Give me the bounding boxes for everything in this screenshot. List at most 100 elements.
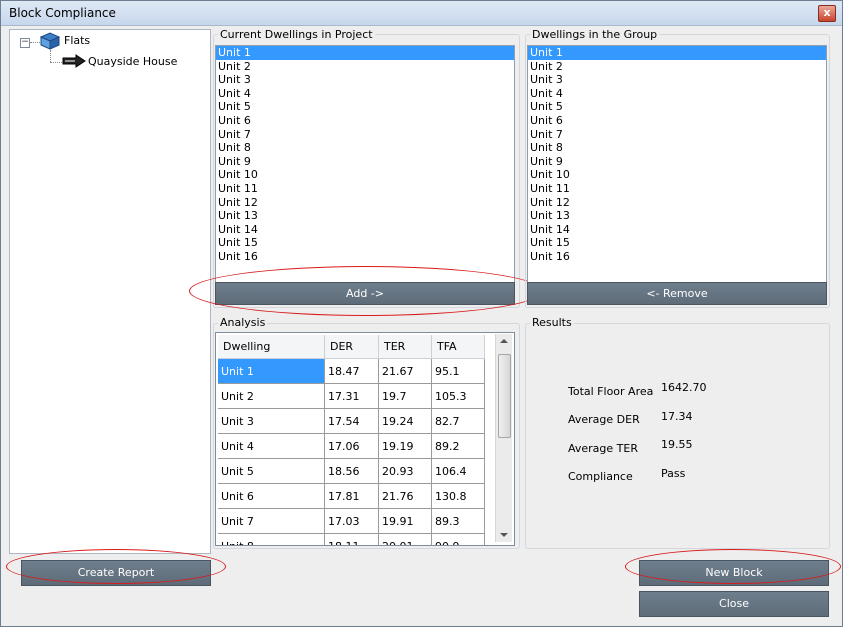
- table-cell[interactable]: Unit 8: [218, 533, 325, 545]
- list-item[interactable]: Unit 1: [216, 46, 514, 60]
- group-dwellings-label: Dwellings in the Group: [530, 28, 660, 41]
- table-cell[interactable]: 18.56: [324, 458, 379, 484]
- list-item[interactable]: Unit 7: [528, 128, 826, 142]
- table-cell[interactable]: 90.9: [431, 533, 485, 545]
- compliance-label: Compliance: [568, 470, 633, 483]
- table-cell[interactable]: 106.4: [431, 458, 485, 484]
- analysis-grid[interactable]: Dwelling DER TER TFA Unit 1 18.47 21.67 95.…: [215, 332, 515, 546]
- table-row[interactable]: Unit 2 17.31 19.7 105.3: [218, 383, 485, 409]
- table-cell[interactable]: 18.47: [324, 358, 379, 384]
- table-cell[interactable]: 21.67: [378, 358, 432, 384]
- list-item[interactable]: Unit 5: [528, 100, 826, 114]
- table-row[interactable]: Unit 1 18.47 21.67 95.1: [218, 358, 485, 384]
- new-block-button[interactable]: New Block: [639, 560, 829, 586]
- list-item[interactable]: Unit 16: [528, 250, 826, 264]
- table-cell[interactable]: 89.2: [431, 433, 485, 459]
- column-tfa[interactable]: TFA: [431, 335, 485, 359]
- table-cell[interactable]: 17.81: [324, 483, 379, 509]
- analysis-scrollbar[interactable]: [495, 334, 512, 542]
- list-item[interactable]: Unit 1: [528, 46, 826, 60]
- list-item[interactable]: Unit 16: [216, 250, 514, 264]
- list-item[interactable]: Unit 2: [216, 60, 514, 74]
- table-cell[interactable]: 105.3: [431, 383, 485, 409]
- list-item[interactable]: Unit 15: [216, 236, 514, 250]
- table-cell[interactable]: 19.19: [378, 433, 432, 459]
- table-cell[interactable]: Unit 1: [218, 358, 325, 384]
- average-ter-label: Average TER: [568, 442, 638, 455]
- project-tree[interactable]: − Flats Quayside House: [9, 29, 211, 554]
- table-cell[interactable]: 82.7: [431, 408, 485, 434]
- close-button[interactable]: Close: [639, 591, 829, 617]
- table-cell[interactable]: 19.7: [378, 383, 432, 409]
- table-cell[interactable]: Unit 6: [218, 483, 325, 509]
- table-cell[interactable]: 20.93: [378, 458, 432, 484]
- results-label: Results: [530, 316, 574, 329]
- table-cell[interactable]: 17.03: [324, 508, 379, 534]
- list-item[interactable]: Unit 12: [528, 196, 826, 210]
- table-cell[interactable]: 19.91: [378, 508, 432, 534]
- list-item[interactable]: Unit 4: [216, 87, 514, 101]
- list-item[interactable]: Unit 2: [528, 60, 826, 74]
- table-cell[interactable]: 19.24: [378, 408, 432, 434]
- create-report-button[interactable]: Create Report: [21, 560, 211, 586]
- table-cell[interactable]: 89.3: [431, 508, 485, 534]
- table-cell[interactable]: 17.54: [324, 408, 379, 434]
- scroll-thumb[interactable]: [498, 354, 511, 438]
- list-item[interactable]: Unit 10: [216, 168, 514, 182]
- table-row[interactable]: Unit 8 18.11 20.01 90.9: [218, 533, 485, 545]
- table-row[interactable]: Unit 6 17.81 21.76 130.8: [218, 483, 485, 509]
- table-cell[interactable]: 17.31: [324, 383, 379, 409]
- table-row[interactable]: Unit 4 17.06 19.19 89.2: [218, 433, 485, 459]
- remove-button[interactable]: <- Remove: [527, 282, 827, 305]
- column-der[interactable]: DER: [324, 335, 379, 359]
- average-der-value: 17.34: [661, 410, 693, 423]
- table-row[interactable]: Unit 5 18.56 20.93 106.4: [218, 458, 485, 484]
- tree-item-quayside-house[interactable]: Quayside House: [88, 53, 177, 71]
- table-row[interactable]: Unit 3 17.54 19.24 82.7: [218, 408, 485, 434]
- list-item[interactable]: Unit 11: [528, 182, 826, 196]
- collapse-icon[interactable]: −: [20, 38, 30, 48]
- table-cell[interactable]: 20.01: [378, 533, 432, 545]
- list-item[interactable]: Unit 13: [216, 209, 514, 223]
- list-item[interactable]: Unit 14: [216, 223, 514, 237]
- list-item[interactable]: Unit 6: [528, 114, 826, 128]
- list-item[interactable]: Unit 9: [216, 155, 514, 169]
- table-cell[interactable]: Unit 5: [218, 458, 325, 484]
- list-item[interactable]: Unit 5: [216, 100, 514, 114]
- close-window-icon[interactable]: x: [818, 5, 836, 22]
- table-cell[interactable]: Unit 3: [218, 408, 325, 434]
- list-item[interactable]: Unit 10: [528, 168, 826, 182]
- arrow-right-icon: [62, 54, 86, 68]
- list-item[interactable]: Unit 9: [528, 155, 826, 169]
- table-cell[interactable]: 130.8: [431, 483, 485, 509]
- tree-item-flats[interactable]: Flats: [64, 32, 90, 50]
- list-item[interactable]: Unit 7: [216, 128, 514, 142]
- add-button[interactable]: Add ->: [215, 282, 515, 305]
- scroll-up-icon[interactable]: [500, 338, 508, 344]
- list-item[interactable]: Unit 3: [216, 73, 514, 87]
- list-item[interactable]: Unit 6: [216, 114, 514, 128]
- current-dwellings-list[interactable]: Unit 1 Unit 2 Unit 3 Unit 4 Unit 5 Unit 6 Unit…: [215, 45, 515, 283]
- table-cell[interactable]: 17.06: [324, 433, 379, 459]
- table-cell[interactable]: 21.76: [378, 483, 432, 509]
- table-row[interactable]: Unit 7 17.03 19.91 89.3: [218, 508, 485, 534]
- table-cell[interactable]: 18.11: [324, 533, 379, 545]
- list-item[interactable]: Unit 15: [528, 236, 826, 250]
- scroll-down-icon[interactable]: [500, 532, 508, 538]
- table-cell[interactable]: 95.1: [431, 358, 485, 384]
- table-cell[interactable]: Unit 7: [218, 508, 325, 534]
- list-item[interactable]: Unit 13: [528, 209, 826, 223]
- list-item[interactable]: Unit 8: [216, 141, 514, 155]
- group-dwellings-list[interactable]: Unit 1 Unit 2 Unit 3 Unit 4 Unit 5 Unit 6 Unit…: [527, 45, 827, 283]
- list-item[interactable]: Unit 3: [528, 73, 826, 87]
- list-item[interactable]: Unit 11: [216, 182, 514, 196]
- table-cell[interactable]: Unit 2: [218, 383, 325, 409]
- table-cell[interactable]: Unit 4: [218, 433, 325, 459]
- column-ter[interactable]: TER: [378, 335, 432, 359]
- list-item[interactable]: Unit 12: [216, 196, 514, 210]
- column-dwelling[interactable]: Dwelling: [218, 335, 325, 359]
- list-item[interactable]: Unit 14: [528, 223, 826, 237]
- list-item[interactable]: Unit 4: [528, 87, 826, 101]
- analysis-label: Analysis: [218, 316, 268, 329]
- list-item[interactable]: Unit 8: [528, 141, 826, 155]
